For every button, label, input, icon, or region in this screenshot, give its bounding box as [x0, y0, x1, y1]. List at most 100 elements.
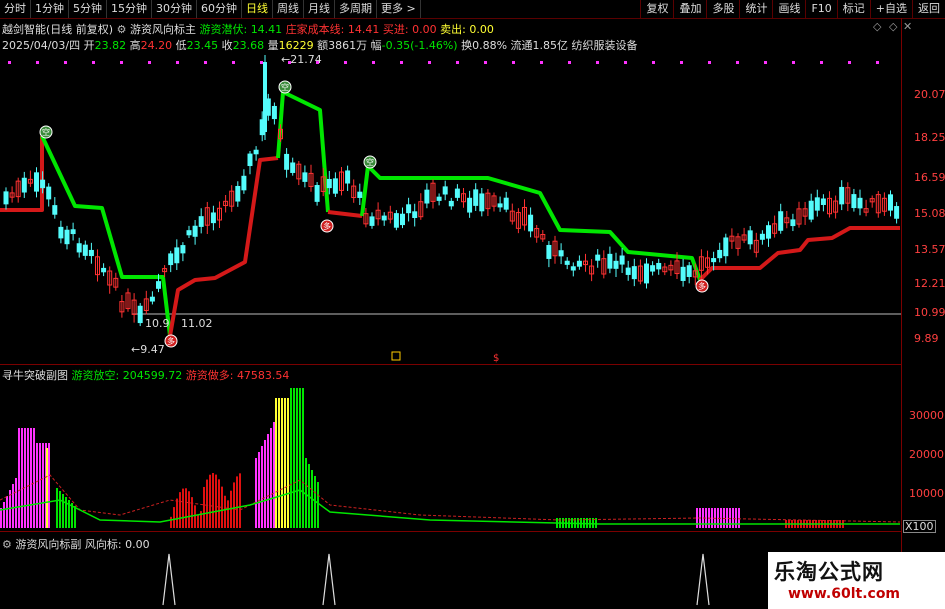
signal-dot — [120, 61, 123, 64]
signal-dot — [64, 61, 67, 64]
main-panel-border — [0, 364, 901, 365]
support-line-red — [168, 156, 279, 337]
y-tick: 12.21 — [914, 277, 945, 290]
signal-dot — [568, 61, 571, 64]
signal-dot — [232, 61, 235, 64]
histogram-bar — [273, 422, 275, 528]
histogram-bar — [65, 497, 67, 528]
histogram-bar — [258, 452, 260, 528]
candle-body — [656, 262, 662, 270]
signal-dot — [764, 61, 767, 64]
vane-label: 风向标: — [84, 538, 122, 551]
histogram-bar — [62, 494, 64, 528]
axis-separator — [901, 18, 902, 609]
y-tick: 10.99 — [914, 306, 945, 319]
candle-body — [503, 197, 509, 210]
histogram-bar — [209, 474, 211, 528]
marker-square-icon — [391, 351, 401, 361]
candle-body — [46, 186, 52, 200]
candle-body — [314, 185, 320, 202]
histogram-bar — [194, 505, 196, 528]
signal-dot — [820, 61, 823, 64]
histogram-bar — [233, 482, 235, 528]
subchart-title[interactable]: 寻牛突破副图 — [2, 369, 68, 382]
subchart-dashed-line — [0, 474, 901, 523]
candle-body — [271, 105, 277, 120]
candle-body — [180, 245, 186, 254]
histogram-bar — [56, 488, 58, 528]
histogram-bar — [293, 434, 295, 528]
signal-dot — [652, 61, 655, 64]
candle-body — [424, 189, 430, 204]
signal-dot — [736, 61, 739, 64]
histogram-bar — [729, 508, 731, 528]
candle-body — [345, 170, 351, 184]
histogram-bar — [264, 440, 266, 528]
kline-chart[interactable]: 空空空多多多$ — [0, 0, 945, 609]
histogram-bar — [170, 516, 172, 528]
histogram-bar — [290, 428, 292, 528]
candle-body — [473, 189, 479, 206]
candle-body — [406, 204, 412, 214]
long-value: 47583.54 — [236, 369, 290, 382]
candle-body — [174, 247, 180, 264]
signal-dot — [400, 61, 403, 64]
candle-body — [21, 177, 27, 193]
support-line-red — [327, 210, 363, 218]
candle-body — [168, 253, 174, 266]
histogram-bar — [735, 508, 737, 528]
candle-body — [759, 233, 765, 240]
histogram-bar — [36, 443, 38, 528]
candle-body — [576, 260, 582, 267]
candle-body — [284, 153, 290, 170]
candle-body — [64, 229, 70, 245]
candle-body — [839, 186, 845, 205]
wind-vane-spike — [322, 553, 336, 606]
signal-dot — [540, 61, 543, 64]
wind-vane-spike — [696, 553, 710, 606]
signal-icon-text: 多 — [167, 336, 175, 346]
signal-dot — [624, 61, 627, 64]
histogram-bar — [179, 492, 181, 528]
signal-icon-text: 空 — [281, 82, 289, 92]
y-tick: 15.08 — [914, 207, 945, 220]
histogram-bar — [27, 428, 29, 528]
candle-body — [247, 153, 253, 167]
histogram-bar — [206, 479, 208, 528]
wind-vane-spike — [162, 553, 176, 606]
candle-body — [101, 267, 107, 273]
subchart2-title[interactable]: 游资风向标副 — [15, 538, 81, 551]
candle-body — [479, 193, 485, 212]
dollar-marker-icon: $ — [493, 353, 499, 364]
histogram-bar — [46, 448, 48, 528]
subchart-title-line: 寻牛突破副图 游资放空: 204599.72 游资做多: 47583.54 — [2, 367, 289, 383]
low-line-left-label: 10.9 — [145, 317, 170, 330]
histogram-bar — [287, 398, 289, 528]
vane-value: 0.00 — [125, 538, 150, 551]
candle-body — [302, 172, 308, 182]
low-annotation: ←9.47 — [131, 343, 165, 356]
histogram-bar — [275, 398, 277, 528]
histogram-bar — [317, 482, 319, 528]
candle-body — [381, 215, 387, 221]
candle-body — [263, 62, 267, 132]
candle-body — [814, 197, 820, 211]
histogram-bar — [299, 446, 301, 528]
candle-body — [607, 253, 613, 269]
settings-gear-icon[interactable]: ⚙ — [2, 538, 12, 551]
y-tick: 20.07 — [914, 88, 945, 101]
candle-body — [137, 305, 143, 324]
candle-body — [149, 296, 155, 302]
histogram-bar — [236, 476, 238, 528]
y-tick: 13.57 — [914, 243, 945, 256]
candle-body — [326, 178, 332, 189]
candle-body — [210, 212, 216, 224]
signal-dot — [204, 61, 207, 64]
candle-body — [790, 219, 796, 227]
candle-body — [400, 213, 405, 226]
candle-body — [686, 265, 692, 277]
histogram-bar — [302, 452, 304, 528]
signal-icon-text: 多 — [698, 281, 706, 291]
candle-body — [625, 267, 631, 275]
histogram-bar — [732, 508, 734, 528]
